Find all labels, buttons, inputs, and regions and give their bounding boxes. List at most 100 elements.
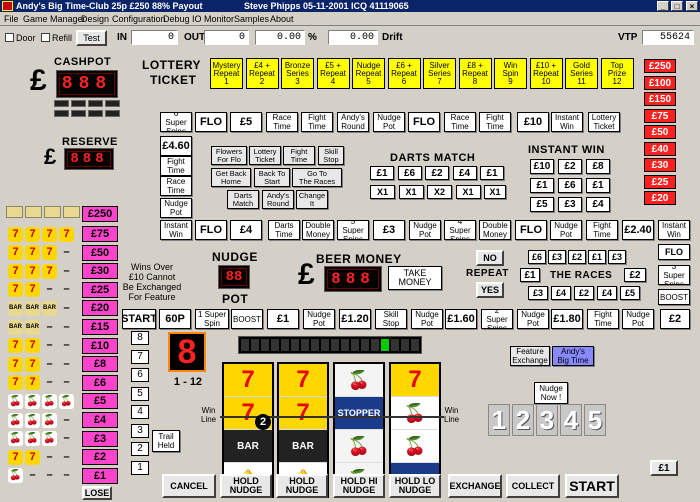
cherry-icon: 🍒 bbox=[8, 393, 23, 409]
left-ladder-value: £10 bbox=[82, 337, 118, 354]
darts-value: £6 bbox=[397, 166, 422, 180]
darts-multiplier: X1 bbox=[484, 185, 506, 199]
fruit-combo-row: 🍒 🍒 🍒 – bbox=[8, 412, 78, 428]
menu-io-monitor[interactable]: IO Monitor bbox=[192, 13, 234, 25]
seven-icon: 7 bbox=[8, 375, 23, 391]
door-checkbox[interactable] bbox=[5, 33, 14, 42]
credit-label: £1 bbox=[650, 460, 678, 476]
instant-win-value: £8 bbox=[586, 159, 610, 174]
bottom-button[interactable]: EXCHANGE bbox=[448, 474, 502, 498]
number-button: 7 bbox=[131, 349, 149, 364]
left-ladder-value: £2 bbox=[82, 449, 118, 466]
maximize-icon[interactable]: □ bbox=[671, 1, 683, 11]
menu-game-manager[interactable]: Game Manager bbox=[23, 13, 86, 25]
darts-multiplier: X1 bbox=[370, 185, 395, 199]
vtp-field[interactable]: 55624 bbox=[642, 30, 694, 45]
blank-icon: – bbox=[63, 376, 70, 389]
reel-marker: 2 bbox=[255, 414, 271, 430]
feature-button: Lottery Ticket bbox=[249, 146, 281, 165]
big-number-display: 8 bbox=[168, 332, 206, 372]
instant-win-value: £5 bbox=[530, 197, 554, 212]
cherry-icon: 🍒 bbox=[8, 431, 23, 447]
trail-button: Skill Stop bbox=[375, 309, 407, 329]
bottom-button[interactable]: HOLD NUDGE bbox=[220, 474, 272, 498]
cashpot-mini-lamps bbox=[54, 100, 120, 107]
minimize-icon[interactable]: _ bbox=[657, 1, 669, 11]
drift-field[interactable]: 0.00 bbox=[328, 30, 378, 45]
reel-symbol: BAR bbox=[224, 430, 272, 463]
out-field[interactable]: 0 bbox=[204, 30, 249, 45]
take-money-button[interactable]: TAKE MONEY bbox=[388, 266, 442, 290]
seven-icon: 7 bbox=[8, 226, 23, 242]
seven-icon: 7 bbox=[8, 282, 23, 298]
toolbar: Door Refill Test IN 0 OUT 0 0.00 % 0.00 … bbox=[0, 28, 700, 48]
number-button: 4 bbox=[131, 405, 149, 419]
trail-button: Darts Time bbox=[268, 220, 300, 240]
number-button: 5 bbox=[131, 386, 149, 401]
lottery-tile: £5 + Repeat 4 bbox=[316, 58, 350, 89]
feature-exchange-button[interactable]: Feature Exchange bbox=[510, 346, 550, 366]
lottery-tile: Win Spin 9 bbox=[494, 58, 527, 89]
left-ladder-value: £75 bbox=[82, 226, 118, 242]
menu-samples[interactable]: Samples bbox=[234, 13, 269, 25]
menu-debug[interactable]: Debug bbox=[163, 13, 190, 25]
trail-button: Race Time bbox=[160, 176, 192, 196]
reserve-label: RESERVE bbox=[62, 136, 118, 148]
right-ladder-value: £20 bbox=[644, 191, 676, 205]
reel-symbol: STOPPER bbox=[335, 397, 383, 430]
close-icon[interactable]: × bbox=[686, 1, 698, 11]
bottom-button[interactable]: HOLD NUDGE bbox=[276, 474, 328, 498]
refill-checkbox[interactable] bbox=[41, 33, 50, 42]
reserve-currency: £ bbox=[44, 144, 57, 169]
menu-configuration[interactable]: Configuration bbox=[112, 13, 166, 25]
feature-button: Skill Stop bbox=[318, 146, 344, 165]
right-feature: 3 Super Spins bbox=[658, 265, 690, 285]
repeat-no: NO bbox=[476, 250, 504, 266]
races-value: £5 bbox=[620, 286, 640, 300]
instant-win-value: £3 bbox=[558, 197, 582, 212]
menu-about[interactable]: About bbox=[270, 13, 294, 25]
trail-button: Fight Time bbox=[586, 220, 618, 240]
trail-button: Nudge Pot bbox=[303, 309, 335, 329]
win-line-right: Win Line bbox=[444, 406, 460, 424]
fruit-combo-row: 7 7– – bbox=[8, 338, 78, 354]
instant-win-value: £6 bbox=[558, 178, 582, 193]
cherry-icon: 🍒 bbox=[42, 412, 57, 428]
fruit-combo-row: 7 7 7– bbox=[8, 245, 78, 261]
trail-button: Lottery Ticket bbox=[588, 112, 620, 132]
races-value: £3 bbox=[548, 250, 566, 264]
in-label: IN bbox=[117, 32, 127, 43]
trail-button: Nudge Pot bbox=[411, 309, 443, 329]
fruit-combo-row: 7 7– – bbox=[8, 282, 78, 298]
bottom-button[interactable]: CANCEL bbox=[162, 474, 216, 498]
cherry-icon: 🍒 bbox=[8, 412, 23, 428]
percent-field[interactable]: 0.00 bbox=[255, 30, 305, 45]
in-field[interactable]: 0 bbox=[131, 30, 178, 45]
blank-icon: – bbox=[46, 339, 53, 352]
races-value: £6 bbox=[528, 250, 546, 264]
instant-win-label: INSTANT WIN bbox=[528, 144, 605, 156]
andys-big-time-button[interactable]: Andy's Big Time bbox=[552, 346, 594, 366]
feature-button: Darts Match bbox=[227, 190, 259, 209]
beer-money-currency: £ bbox=[298, 258, 315, 291]
nudge-pot-label-bottom: POT bbox=[222, 292, 249, 306]
feature-button: Change It bbox=[296, 190, 328, 209]
blank-icon: – bbox=[63, 301, 70, 314]
bottom-button[interactable]: START bbox=[565, 474, 619, 498]
bottom-button[interactable]: HOLD HI NUDGE bbox=[333, 474, 385, 498]
cherry-icon: 🍒 bbox=[59, 393, 74, 409]
trail-button: 6 Super Spins bbox=[160, 112, 192, 132]
bottom-button[interactable]: COLLECT bbox=[506, 474, 560, 498]
lottery-tile: Mystery Repeat 1 bbox=[210, 58, 243, 89]
number-button: 3 bbox=[131, 423, 149, 438]
instant-win-value: £2 bbox=[558, 159, 582, 174]
bottom-button[interactable]: HOLD LO NUDGE bbox=[389, 474, 441, 498]
cashpot-display: 888 bbox=[56, 70, 118, 98]
number-button: 8 bbox=[131, 331, 149, 345]
lottery-tile: £4 + Repeat 2 bbox=[245, 58, 279, 89]
blank-icon: – bbox=[29, 469, 36, 482]
test-button[interactable]: Test bbox=[76, 30, 107, 46]
left-ladder-value: £8 bbox=[82, 356, 118, 373]
menu-file[interactable]: File bbox=[4, 13, 19, 25]
menu-design[interactable]: Design bbox=[81, 13, 109, 25]
